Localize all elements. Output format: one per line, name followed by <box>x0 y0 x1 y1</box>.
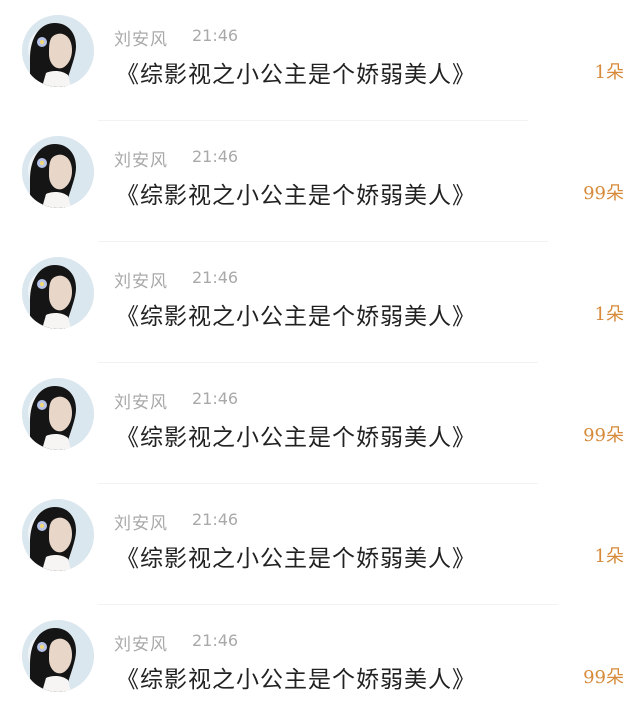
comment-author[interactable]: 刘安风 <box>114 509 168 534</box>
comment-message: 《综影视之小公主是个娇弱美人》 <box>116 667 476 693</box>
comment-message: 《综影视之小公主是个娇弱美人》 <box>116 304 476 330</box>
comment-author[interactable]: 刘安风 <box>114 630 168 655</box>
comment-message: 《综影视之小公主是个娇弱美人》 <box>116 62 476 88</box>
comment-time: 21:46 <box>192 631 239 650</box>
comment-author[interactable]: 刘安风 <box>114 388 168 413</box>
comment-item[interactable]: 刘安风 21:46 《综影视之小公主是个娇弱美人》 1朵 <box>0 484 640 605</box>
avatar[interactable] <box>22 620 94 692</box>
comment-item[interactable]: 刘安风 21:46 《综影视之小公主是个娇弱美人》 99朵 <box>0 363 640 484</box>
comment-author[interactable]: 刘安风 <box>114 146 168 171</box>
flower-gift-count: 99朵 <box>583 667 624 688</box>
comment-time: 21:46 <box>192 147 239 166</box>
flower-gift-count: 1朵 <box>594 304 624 325</box>
avatar[interactable] <box>22 136 94 208</box>
comment-message: 《综影视之小公主是个娇弱美人》 <box>116 183 476 209</box>
comment-item[interactable]: 刘安风 21:46 《综影视之小公主是个娇弱美人》 1朵 <box>0 242 640 363</box>
comment-time: 21:46 <box>192 389 239 408</box>
flower-gift-count: 1朵 <box>594 62 624 83</box>
avatar[interactable] <box>22 257 94 329</box>
flower-gift-count: 99朵 <box>583 425 624 446</box>
avatar[interactable] <box>22 499 94 571</box>
flower-gift-count: 99朵 <box>583 183 624 204</box>
comment-author[interactable]: 刘安风 <box>114 25 168 50</box>
comment-time: 21:46 <box>192 510 239 529</box>
comment-item[interactable]: 刘安风 21:46 《综影视之小公主是个娇弱美人》 1朵 <box>0 0 640 121</box>
comment-list: 刘安风 21:46 《综影视之小公主是个娇弱美人》 1朵 刘安风 21:46 《… <box>0 0 640 714</box>
comment-time: 21:46 <box>192 268 239 287</box>
comment-item[interactable]: 刘安风 21:46 《综影视之小公主是个娇弱美人》 99朵 <box>0 605 640 726</box>
comment-author[interactable]: 刘安风 <box>114 267 168 292</box>
comment-message: 《综影视之小公主是个娇弱美人》 <box>116 546 476 572</box>
comment-time: 21:46 <box>192 26 239 45</box>
avatar[interactable] <box>22 378 94 450</box>
comment-message: 《综影视之小公主是个娇弱美人》 <box>116 425 476 451</box>
comment-item[interactable]: 刘安风 21:46 《综影视之小公主是个娇弱美人》 99朵 <box>0 121 640 242</box>
avatar[interactable] <box>22 15 94 87</box>
flower-gift-count: 1朵 <box>594 546 624 567</box>
